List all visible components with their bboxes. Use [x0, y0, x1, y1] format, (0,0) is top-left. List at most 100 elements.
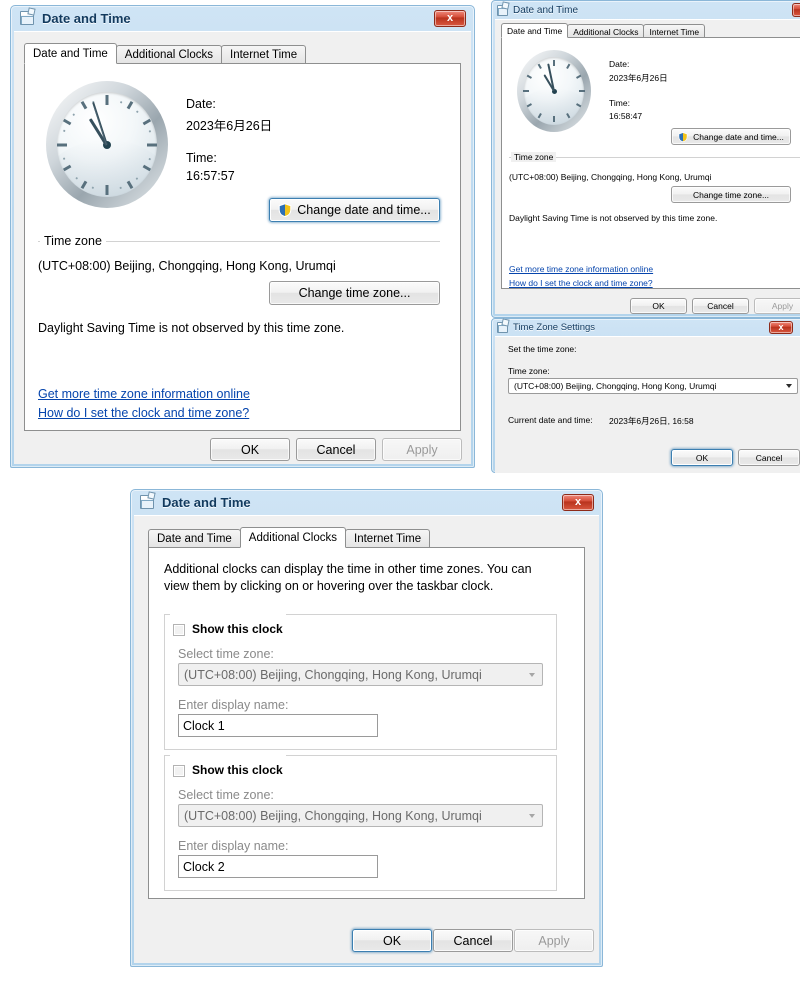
show-this-clock-2-label[interactable]: Show this clock	[189, 763, 286, 777]
window-title: Date and Time	[162, 494, 251, 510]
window-date-and-time-main[interactable]: Date and Time x Date and Time Additional…	[10, 5, 475, 468]
change-date-and-time-label: Change date and time...	[693, 131, 784, 142]
link-more-timezone-info[interactable]: Get more time zone information online	[38, 387, 250, 401]
calendar-clock-icon	[497, 317, 510, 333]
window-time-zone-settings[interactable]: Time Zone Settings x Set the time zone: …	[491, 317, 800, 473]
select-time-zone-1-value: (UTC+08:00) Beijing, Chongqing, Hong Kon…	[184, 667, 482, 682]
tab-strip[interactable]: Date and Time Additional Clocks Internet…	[148, 527, 431, 548]
show-this-clock-2-checkbox[interactable]	[173, 765, 185, 777]
tab-strip[interactable]: Date and Time Additional Clocks Internet…	[501, 23, 706, 38]
window-date-and-time-background[interactable]: Date and Time x Date and Time Additional…	[491, 0, 800, 318]
timezone-select[interactable]: (UTC+08:00) Beijing, Chongqing, Hong Kon…	[508, 378, 798, 394]
tab-internet-time[interactable]: Internet Time	[345, 529, 431, 548]
change-time-zone-button[interactable]: Change time zone...	[269, 281, 440, 305]
cancel-button[interactable]: Cancel	[692, 298, 749, 314]
additional-clocks-description: Additional clocks can display the time i…	[164, 562, 532, 593]
close-icon[interactable]: x	[562, 494, 594, 511]
select-time-zone-2-label: Select time zone:	[178, 788, 274, 802]
clock-1-group-top-left	[164, 614, 170, 615]
tab-additional-clocks[interactable]: Additional Clocks	[115, 45, 223, 64]
uac-shield-icon	[678, 131, 688, 142]
show-this-clock-1-checkbox[interactable]	[173, 624, 185, 636]
link-more-timezone-info[interactable]: Get more time zone information online	[509, 264, 653, 274]
date-label: Date:	[609, 59, 630, 69]
change-time-zone-button[interactable]: Change time zone...	[671, 186, 791, 203]
time-label: Time:	[609, 98, 630, 108]
current-date-time-label: Current date and time:	[508, 415, 593, 425]
time-label: Time:	[186, 151, 217, 165]
timezone-group-label: Time zone	[40, 234, 106, 248]
title-bar[interactable]: Date and Time	[491, 0, 800, 20]
tab-internet-time[interactable]: Internet Time	[221, 45, 307, 64]
select-time-zone-1[interactable]: (UTC+08:00) Beijing, Chongqing, Hong Kon…	[178, 663, 543, 686]
enter-display-name-1-label: Enter display name:	[178, 698, 289, 712]
enter-display-name-2-label: Enter display name:	[178, 839, 289, 853]
clock-1-group-top-right	[286, 614, 557, 615]
clock-2-group-top-right	[286, 755, 557, 756]
clock-2-group-top-left	[164, 755, 170, 756]
change-date-and-time-label: Change date and time...	[297, 203, 431, 217]
select-time-zone-2-value: (UTC+08:00) Beijing, Chongqing, Hong Kon…	[184, 808, 482, 823]
close-icon[interactable]: x	[792, 3, 800, 17]
date-value: 2023年6月26日	[186, 119, 273, 133]
title-bar[interactable]: Time Zone Settings	[491, 317, 800, 336]
analog-clock	[46, 81, 168, 208]
timezone-value: (UTC+08:00) Beijing, Chongqing, Hong Kon…	[509, 172, 712, 182]
dst-note: Daylight Saving Time is not observed by …	[38, 321, 345, 335]
window-title: Date and Time	[513, 4, 579, 16]
show-this-clock-1-label[interactable]: Show this clock	[189, 622, 286, 636]
dst-note: Daylight Saving Time is not observed by …	[509, 213, 718, 223]
chevron-down-icon[interactable]	[781, 384, 797, 388]
uac-shield-icon	[278, 203, 292, 217]
chevron-down-icon[interactable]	[522, 672, 542, 677]
tab-date-and-time[interactable]: Date and Time	[24, 43, 117, 64]
select-time-zone-2[interactable]: (UTC+08:00) Beijing, Chongqing, Hong Kon…	[178, 804, 543, 827]
tab-additional-clocks[interactable]: Additional Clocks	[567, 24, 645, 38]
close-icon[interactable]: x	[434, 10, 466, 27]
select-time-zone-1-label: Select time zone:	[178, 647, 274, 661]
tab-strip[interactable]: Date and Time Additional Clocks Internet…	[24, 43, 307, 64]
current-date-time-value: 2023年6月26日, 16:58	[609, 416, 694, 426]
window-title: Time Zone Settings	[513, 321, 596, 333]
cancel-button[interactable]: Cancel	[738, 449, 800, 466]
chevron-down-icon[interactable]	[522, 813, 542, 818]
calendar-clock-icon	[20, 7, 36, 25]
change-date-and-time-button[interactable]: Change date and time...	[671, 128, 791, 145]
tab-date-and-time[interactable]: Date and Time	[501, 23, 569, 38]
window-additional-clocks[interactable]: Date and Time x Date and Time Additional…	[130, 489, 603, 967]
cancel-button[interactable]: Cancel	[433, 929, 513, 952]
link-how-set-clock[interactable]: How do I set the clock and time zone?	[38, 406, 249, 420]
ok-button[interactable]: OK	[671, 449, 733, 466]
apply-button: Apply	[514, 929, 594, 952]
timezone-select-value: (UTC+08:00) Beijing, Chongqing, Hong Kon…	[514, 381, 717, 391]
calendar-clock-icon	[497, 0, 510, 16]
timezone-label: Time zone:	[508, 366, 550, 376]
link-how-set-clock[interactable]: How do I set the clock and time zone?	[509, 278, 653, 288]
analog-clock	[517, 50, 591, 132]
date-value: 2023年6月26日	[609, 73, 668, 83]
close-icon[interactable]: x	[769, 321, 793, 334]
title-bar[interactable]: Date and Time	[10, 5, 475, 31]
ok-button[interactable]: OK	[210, 438, 290, 461]
display-name-1-value: Clock 1	[183, 718, 225, 733]
display-name-2-input[interactable]: Clock 2	[178, 855, 378, 878]
ok-button[interactable]: OK	[352, 929, 432, 952]
cancel-button[interactable]: Cancel	[296, 438, 376, 461]
display-name-1-input[interactable]: Clock 1	[178, 714, 378, 737]
window-title: Date and Time	[42, 10, 131, 26]
date-label: Date:	[186, 97, 216, 111]
ok-button[interactable]: OK	[630, 298, 687, 314]
timezone-group-label: Time zone	[511, 152, 557, 162]
calendar-clock-icon	[140, 491, 156, 509]
tab-additional-clocks[interactable]: Additional Clocks	[239, 527, 347, 548]
apply-button: Apply	[382, 438, 462, 461]
change-date-and-time-button[interactable]: Change date and time...	[269, 198, 440, 222]
set-timezone-heading: Set the time zone:	[508, 344, 577, 354]
time-value: 16:57:57	[186, 169, 235, 183]
timezone-value: (UTC+08:00) Beijing, Chongqing, Hong Kon…	[38, 259, 336, 273]
display-name-2-value: Clock 2	[183, 859, 225, 874]
time-value: 16:58:47	[609, 111, 643, 121]
tab-date-and-time[interactable]: Date and Time	[148, 529, 241, 548]
tab-internet-time[interactable]: Internet Time	[643, 24, 706, 38]
title-bar[interactable]: Date and Time	[130, 489, 603, 515]
